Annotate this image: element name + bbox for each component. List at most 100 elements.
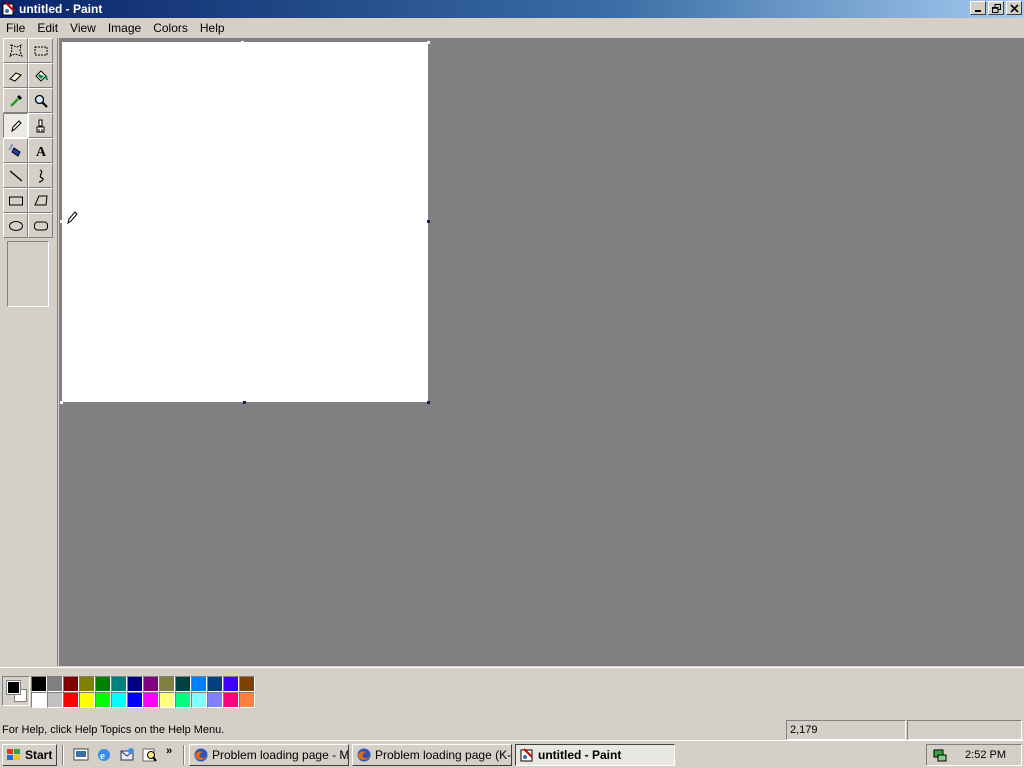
color-swatch[interactable] <box>223 692 239 708</box>
select-tool[interactable] <box>28 38 53 63</box>
menu-view[interactable]: View <box>64 21 102 35</box>
resize-handle-bottom[interactable] <box>243 401 246 404</box>
clock[interactable]: 2:52 PM <box>965 749 1006 761</box>
select-icon <box>34 46 47 55</box>
resize-handle-top-right <box>427 41 430 44</box>
color-swatch[interactable] <box>47 692 63 708</box>
tool-options-box[interactable] <box>7 241 49 307</box>
color-swatch[interactable] <box>223 676 239 692</box>
firefox-icon <box>356 747 372 763</box>
color-swatch[interactable] <box>191 676 207 692</box>
color-swatch[interactable] <box>143 692 159 708</box>
start-label: Start <box>25 748 53 762</box>
eraser-tool[interactable] <box>3 63 28 88</box>
status-coordinates: 2,179 <box>786 720 906 740</box>
rounded-rectangle-tool[interactable] <box>28 213 53 238</box>
close-button[interactable] <box>1006 1 1022 15</box>
title-bar[interactable]: untitled - Paint <box>0 0 1024 18</box>
drawing-canvas[interactable] <box>62 42 428 402</box>
minimize-button[interactable] <box>970 1 986 15</box>
menu-edit[interactable]: Edit <box>31 21 64 35</box>
status-bar: For Help, click Help Topics on the Help … <box>0 718 1024 740</box>
task-button-firefox-1[interactable]: Problem loading page - M... <box>189 744 349 766</box>
fill-bucket-icon <box>34 69 48 82</box>
color-swatch[interactable] <box>127 676 143 692</box>
resize-handle-bottom-left <box>60 401 63 404</box>
pick-color-tool[interactable] <box>3 88 28 113</box>
polygon-tool[interactable] <box>28 188 53 213</box>
color-swatch[interactable] <box>175 676 191 692</box>
restore-button[interactable] <box>988 1 1004 15</box>
magnifier-tool[interactable] <box>28 88 53 113</box>
foreground-color-swatch <box>6 680 21 695</box>
quick-launch-chevron[interactable]: » <box>166 745 172 757</box>
task-button-firefox-2[interactable]: Problem loading page (K-... <box>352 744 512 766</box>
color-swatch[interactable] <box>95 692 111 708</box>
rectangle-tool[interactable] <box>3 188 28 213</box>
pencil-tool[interactable] <box>3 113 28 138</box>
current-colors-indicator <box>2 676 30 706</box>
taskbar-separator <box>183 745 185 765</box>
airbrush-tool[interactable] <box>3 138 28 163</box>
svg-text:e: e <box>100 750 105 762</box>
color-swatch[interactable] <box>111 692 127 708</box>
eraser-icon <box>8 71 22 82</box>
color-swatch[interactable] <box>143 676 159 692</box>
pencil-icon <box>10 119 22 132</box>
color-swatch[interactable] <box>239 676 255 692</box>
paint-app-icon[interactable] <box>1 1 17 17</box>
restore-icon <box>991 3 1001 13</box>
color-swatch[interactable] <box>63 692 79 708</box>
curve-tool[interactable] <box>28 163 53 188</box>
color-swatch[interactable] <box>207 692 223 708</box>
ellipse-tool[interactable] <box>3 213 28 238</box>
color-swatch[interactable] <box>159 676 175 692</box>
menu-help[interactable]: Help <box>194 21 231 35</box>
color-swatch[interactable] <box>47 676 63 692</box>
task-button-label: Problem loading page - M... <box>212 748 349 762</box>
color-swatch[interactable] <box>95 676 111 692</box>
internet-explorer-icon[interactable]: e <box>94 745 114 765</box>
menu-bar: File Edit View Image Colors Help <box>0 18 1024 38</box>
color-swatch[interactable] <box>159 692 175 708</box>
resize-handle-bottom-right[interactable] <box>427 401 430 404</box>
search-icon[interactable] <box>140 745 160 765</box>
color-swatch[interactable] <box>207 676 223 692</box>
menu-image[interactable]: Image <box>102 21 147 35</box>
ellipse-icon <box>8 220 23 231</box>
color-swatch[interactable] <box>31 676 47 692</box>
task-button-label: untitled - Paint <box>538 748 622 762</box>
outlook-express-icon[interactable] <box>117 745 137 765</box>
tool-grid: A <box>3 38 55 238</box>
menu-colors[interactable]: Colors <box>147 21 194 35</box>
pencil-cursor-icon <box>67 210 79 227</box>
color-swatch[interactable] <box>239 692 255 708</box>
show-desktop-icon[interactable] <box>71 745 91 765</box>
polygon-icon <box>33 195 48 205</box>
color-swatch[interactable] <box>79 676 95 692</box>
task-button-paint[interactable]: untitled - Paint <box>515 744 675 766</box>
color-swatch[interactable] <box>63 676 79 692</box>
color-swatch[interactable] <box>111 676 127 692</box>
start-button[interactable]: Start <box>2 744 57 766</box>
taskbar-separator <box>62 745 64 765</box>
color-swatch[interactable] <box>191 692 207 708</box>
free-form-select-tool[interactable] <box>3 38 28 63</box>
text-tool[interactable]: A <box>28 138 53 163</box>
svg-text:A: A <box>36 145 47 159</box>
color-swatch[interactable] <box>79 692 95 708</box>
color-swatch[interactable] <box>127 692 143 708</box>
network-icon[interactable] <box>932 747 948 763</box>
taskbar: Start e » Problem loading page - M... Pr… <box>0 740 1024 768</box>
brush-tool[interactable] <box>28 113 53 138</box>
rounded-rectangle-icon <box>33 221 48 230</box>
canvas-workspace[interactable] <box>59 38 1024 666</box>
fill-tool[interactable] <box>28 63 53 88</box>
resize-handle-right[interactable] <box>427 220 430 223</box>
close-icon <box>1009 3 1019 13</box>
color-swatch[interactable] <box>175 692 191 708</box>
color-swatch[interactable] <box>31 692 47 708</box>
line-tool[interactable] <box>3 163 28 188</box>
menu-file[interactable]: File <box>0 21 31 35</box>
free-form-select-icon <box>8 43 23 57</box>
